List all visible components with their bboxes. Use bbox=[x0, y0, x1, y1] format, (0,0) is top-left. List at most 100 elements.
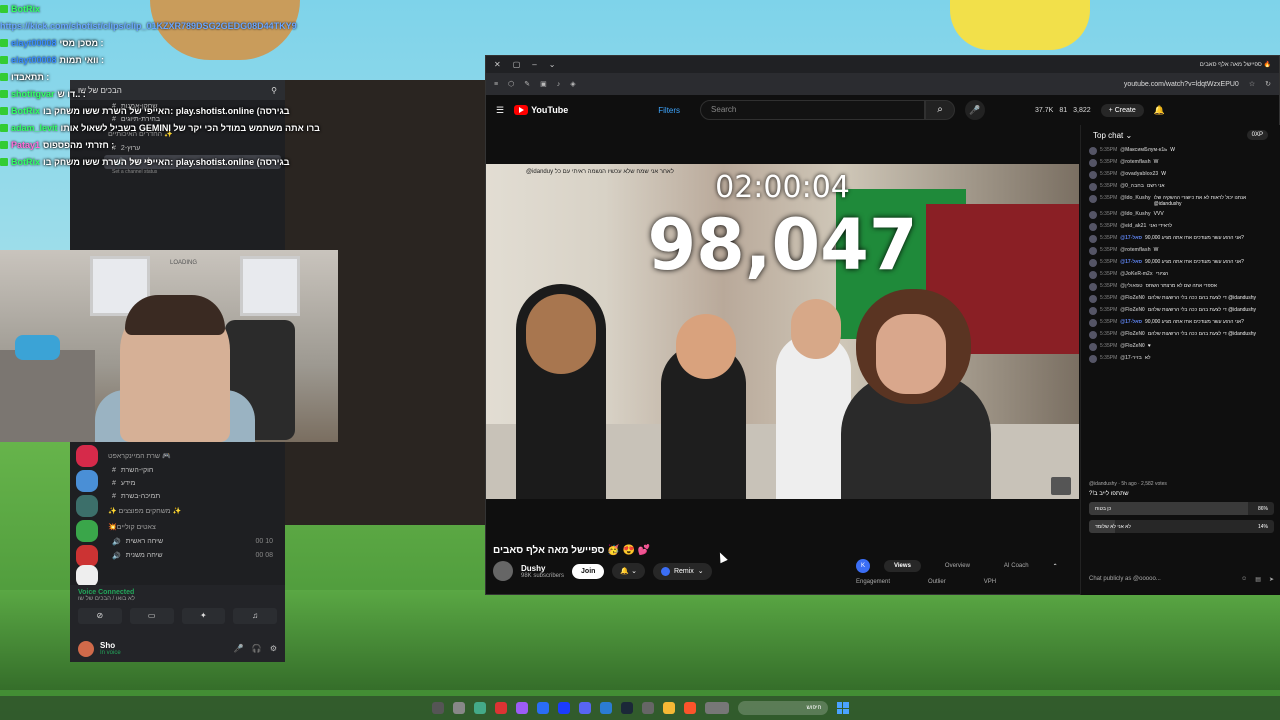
server-icon[interactable] bbox=[76, 565, 98, 587]
channel-item[interactable]: # מידע bbox=[100, 477, 285, 490]
taskbar-app-icon[interactable] bbox=[431, 702, 444, 714]
video-player[interactable]: @idanduy לאחר אני שמח שלא עכשיו הנשמה רא… bbox=[486, 164, 1079, 499]
emoji-icon[interactable]: ☺ bbox=[1241, 576, 1247, 582]
reload-icon[interactable]: ↻ bbox=[1265, 80, 1271, 88]
analytics-icon[interactable]: K bbox=[856, 559, 870, 573]
channel-item[interactable]: # חוקי-השרת bbox=[100, 464, 285, 477]
minimize-icon[interactable]: – bbox=[532, 60, 536, 69]
channel-item[interactable]: # תמיכה-בשרת bbox=[100, 490, 285, 503]
search-input[interactable]: Search bbox=[700, 100, 926, 120]
extension-icon[interactable]: ◈ bbox=[570, 80, 575, 88]
windows-start-icon[interactable] bbox=[836, 702, 849, 714]
chat-author[interactable]: @Ido_Kushy bbox=[1120, 195, 1150, 201]
headphones-icon[interactable]: 🎧 bbox=[252, 644, 262, 653]
avatar[interactable] bbox=[1089, 159, 1097, 167]
avatar[interactable] bbox=[1089, 171, 1097, 179]
soundboard-icon[interactable]: ♫ bbox=[233, 608, 277, 624]
folder-icon[interactable] bbox=[662, 702, 675, 714]
taskbar-app-icon[interactable] bbox=[641, 702, 654, 714]
chevron-up-icon[interactable]: ⌃ bbox=[1053, 563, 1058, 570]
miniplayer-icon[interactable] bbox=[1051, 477, 1071, 495]
chat-author[interactable]: @טפאולין bbox=[1120, 283, 1142, 289]
chat-author[interactable]: @FloZeN0 bbox=[1120, 343, 1145, 349]
taskbar-app-icon[interactable] bbox=[599, 702, 612, 714]
avatar[interactable] bbox=[1089, 223, 1097, 231]
chat-author[interactable]: @בזיר-17 bbox=[1120, 355, 1142, 361]
super-chat-icon[interactable]: ▤ bbox=[1255, 576, 1261, 583]
server-icon[interactable] bbox=[76, 545, 98, 567]
server-icon[interactable] bbox=[76, 445, 98, 467]
settings-gear-icon[interactable]: ⚙ bbox=[270, 644, 277, 653]
avatar[interactable] bbox=[1089, 343, 1097, 351]
menu-icon[interactable]: ≡ bbox=[494, 81, 498, 88]
poll-option[interactable]: כן בטוח 86% bbox=[1089, 502, 1274, 515]
chat-input[interactable]: Chat publicly as @ooooo... bbox=[1089, 576, 1233, 582]
chat-author[interactable]: @FloZeN0 bbox=[1120, 295, 1145, 301]
voice-channel-item[interactable]: 🔊 שיחה ראשית 00 10 bbox=[100, 535, 285, 549]
avatar[interactable] bbox=[1089, 247, 1097, 255]
poll-option[interactable]: לא אני לא שלומד 14% bbox=[1089, 520, 1274, 533]
chevron-down-icon[interactable]: ⌄ bbox=[549, 60, 556, 69]
chat-author[interactable]: @МаксимБлум-к1ь bbox=[1120, 147, 1167, 153]
notifications-bell-icon[interactable]: 🔔 bbox=[1154, 105, 1165, 116]
discord-icon[interactable] bbox=[578, 702, 591, 714]
category-label[interactable]: שרת המיינקראפט 🎮 bbox=[100, 448, 285, 464]
avatar[interactable] bbox=[1089, 183, 1097, 191]
chat-author[interactable]: @rotemflash bbox=[1120, 247, 1150, 253]
chat-mode-dropdown[interactable]: Top chat ⌄ bbox=[1093, 131, 1132, 140]
hamburger-menu-icon[interactable]: ☰ bbox=[496, 105, 504, 116]
microphone-icon[interactable]: 🎤 bbox=[965, 100, 986, 120]
notification-bell-icon[interactable]: 🔔 ⌄ bbox=[612, 563, 645, 579]
taskbar-app-icon[interactable] bbox=[452, 702, 465, 714]
extension-icon[interactable]: ⬡ bbox=[508, 80, 514, 88]
screen-share-icon[interactable]: ▭ bbox=[129, 608, 174, 624]
bookmark-icon[interactable]: ☆ bbox=[1249, 80, 1255, 88]
chat-author[interactable]: @FloZeN0 bbox=[1120, 331, 1145, 337]
avatar[interactable] bbox=[1089, 211, 1097, 219]
channel-name[interactable]: Dushy bbox=[521, 564, 564, 573]
extension-icon[interactable]: ✎ bbox=[524, 80, 530, 88]
steam-icon[interactable] bbox=[620, 702, 633, 714]
taskbar-app-icon[interactable] bbox=[704, 702, 729, 714]
search-icon[interactable]: ⌕ bbox=[925, 100, 956, 120]
taskbar-app-icon[interactable] bbox=[536, 702, 549, 714]
chat-author[interactable]: @ovadyablox23 bbox=[1120, 171, 1158, 177]
tab-ai-coach[interactable]: AI Coach bbox=[994, 560, 1039, 572]
taskbar-app-icon[interactable] bbox=[515, 702, 528, 714]
server-icon[interactable] bbox=[76, 470, 98, 492]
chat-author[interactable]: @Ido_Kushy bbox=[1120, 211, 1150, 217]
taskbar-search[interactable]: חיפוש bbox=[737, 701, 828, 715]
taskbar-app-icon[interactable] bbox=[473, 702, 486, 714]
taskbar-app-icon[interactable] bbox=[494, 702, 507, 714]
browser-tab[interactable]: ספיישל מאה אלף סאבים 🔥 bbox=[1200, 61, 1271, 68]
chat-author[interactable]: @סאל-17 bbox=[1120, 319, 1142, 325]
camera-off-icon[interactable]: ⊘ bbox=[78, 608, 122, 624]
xp-badge[interactable]: 0XP bbox=[1246, 130, 1268, 140]
filters-button[interactable]: Filters bbox=[658, 106, 680, 115]
create-button[interactable]: + Create bbox=[1100, 103, 1144, 117]
tab-views[interactable]: Views bbox=[884, 560, 921, 572]
send-icon[interactable]: ➤ bbox=[1269, 576, 1274, 583]
avatar[interactable] bbox=[1089, 259, 1097, 267]
chat-author[interactable]: @בחבה_0 bbox=[1120, 183, 1144, 189]
chat-author[interactable]: @eid_ak21 bbox=[1120, 223, 1146, 229]
avatar[interactable] bbox=[493, 561, 513, 581]
browser-icon[interactable] bbox=[683, 702, 696, 714]
youtube-logo[interactable]: YouTube bbox=[514, 105, 568, 115]
window-icon[interactable]: ▢ bbox=[513, 60, 521, 69]
microphone-icon[interactable]: 🎤 bbox=[234, 644, 244, 653]
server-icon[interactable] bbox=[76, 520, 98, 542]
url-field[interactable]: youtube.com/watch?v=ldqtWzxEPU0 bbox=[1124, 81, 1239, 88]
tab-overview[interactable]: Overview bbox=[935, 560, 980, 572]
avatar[interactable] bbox=[1089, 319, 1097, 327]
voice-channel-item[interactable]: 🔊 שיחה משנית 00 08 bbox=[100, 549, 285, 563]
avatar[interactable] bbox=[1089, 331, 1097, 339]
join-button[interactable]: Join bbox=[572, 563, 605, 579]
chat-author[interactable]: @FloZeN0 bbox=[1120, 307, 1145, 313]
server-icon[interactable] bbox=[76, 495, 98, 517]
extension-icon[interactable]: ♪ bbox=[557, 81, 561, 88]
activities-icon[interactable]: ✦ bbox=[181, 608, 226, 624]
extension-icon[interactable]: ▣ bbox=[540, 80, 547, 88]
close-icon[interactable]: ✕ bbox=[494, 60, 501, 69]
taskbar-app-icon[interactable] bbox=[557, 702, 570, 714]
